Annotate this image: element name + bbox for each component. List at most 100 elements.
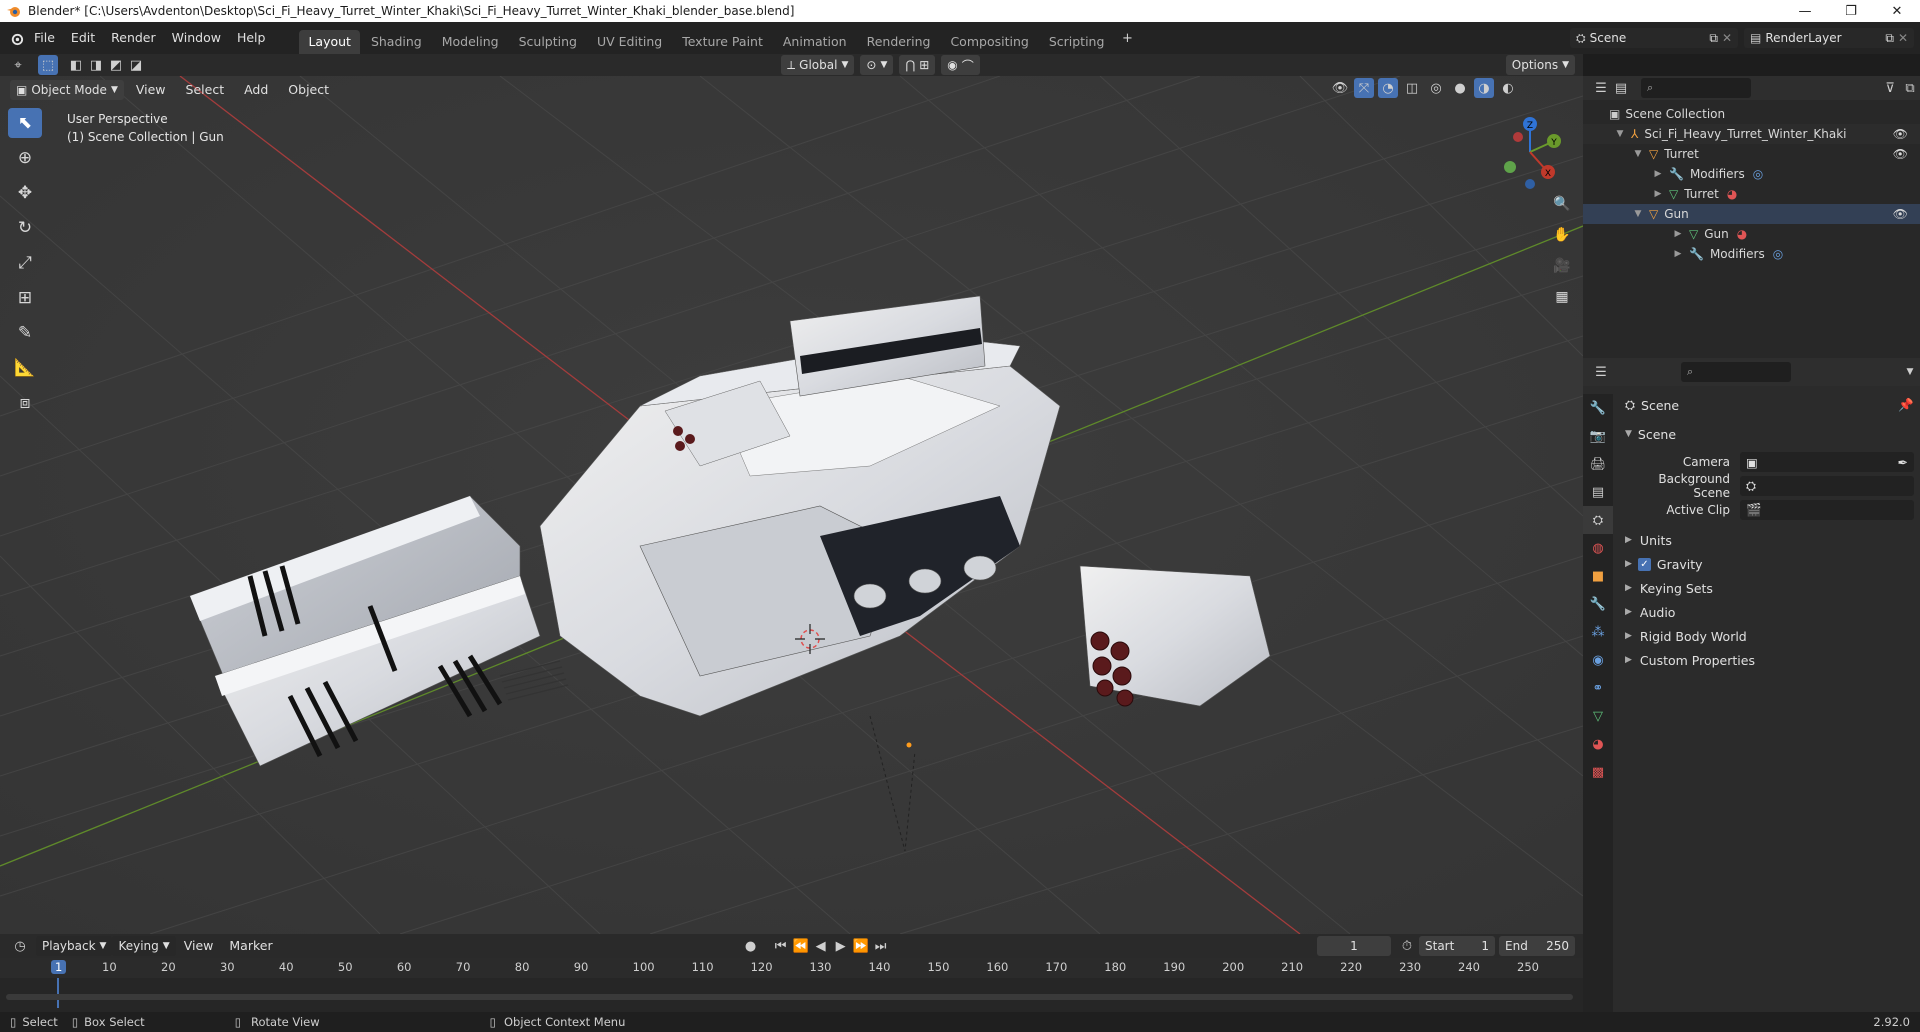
render-properties-icon[interactable]: 📷 xyxy=(1583,422,1613,450)
workspace-tab-texture-paint[interactable]: Texture Paint xyxy=(673,30,772,54)
expand-arrow-icon[interactable]: ▼ xyxy=(1613,129,1627,139)
physics-properties-icon[interactable]: ◉ xyxy=(1583,646,1613,674)
playback-dropdown[interactable]: Playback ▼ xyxy=(36,936,113,956)
chevron-down-icon[interactable]: ▼ xyxy=(1900,362,1920,382)
workspace-tab-compositing[interactable]: Compositing xyxy=(941,30,1037,54)
timeline-editor-type-icon[interactable]: ◷ xyxy=(10,936,30,956)
solid-shading-icon[interactable]: ● xyxy=(1450,78,1470,98)
menu-add[interactable]: Add xyxy=(236,78,276,102)
expand-arrow-icon[interactable]: ▶ xyxy=(1651,189,1665,199)
workspace-tab-uv-editing[interactable]: UV Editing xyxy=(588,30,671,54)
wireframe-shading-icon[interactable]: ◎ xyxy=(1426,78,1446,98)
expand-arrow-icon[interactable]: ▶ xyxy=(1671,249,1685,259)
jump-end-icon[interactable]: ⏭ xyxy=(871,936,891,956)
material-shading-icon[interactable]: ◑ xyxy=(1474,78,1494,98)
workspace-tab-shading[interactable]: Shading xyxy=(362,30,431,54)
expand-arrow-icon[interactable]: ▼ xyxy=(1631,149,1645,159)
select-mode-subtract-icon[interactable]: ◩ xyxy=(106,55,126,75)
transform-tool-icon[interactable]: ⊞ xyxy=(8,283,42,313)
visibility-icon[interactable]: 👁 xyxy=(1330,78,1350,98)
rendered-shading-icon[interactable]: ◐ xyxy=(1498,78,1518,98)
workspace-tab-modeling[interactable]: Modeling xyxy=(433,30,508,54)
properties-editor-type-icon[interactable]: ☰ xyxy=(1591,362,1611,382)
workspace-tab-sculpting[interactable]: Sculpting xyxy=(510,30,586,54)
tool-settings-icon[interactable]: 🔧 xyxy=(1583,394,1613,422)
scale-tool-icon[interactable]: ⤢ xyxy=(8,248,42,278)
select-box-tool-icon[interactable]: ⬉ xyxy=(8,108,42,138)
scene-panel-header[interactable]: ▼ Scene xyxy=(1625,422,1914,446)
world-properties-icon[interactable]: ◍ xyxy=(1583,534,1613,562)
timeline-menu-marker[interactable]: Marker xyxy=(221,934,280,958)
select-mode-new-icon[interactable]: ◧ xyxy=(66,55,86,75)
menu-view[interactable]: View xyxy=(128,78,174,102)
transform-orientation-dropdown[interactable]: ⟂ Global ▼ xyxy=(781,55,855,75)
texture-properties-icon[interactable]: ▩ xyxy=(1583,758,1613,786)
subpanel-keying-sets[interactable]: ▶ Keying Sets xyxy=(1625,576,1914,600)
remove-icon[interactable]: ✕ xyxy=(1898,31,1908,45)
expand-arrow-icon[interactable]: ▼ xyxy=(1631,209,1645,219)
filter-icon[interactable]: ⊽ xyxy=(1880,78,1900,98)
data-properties-icon[interactable]: ▽ xyxy=(1583,702,1613,730)
particles-properties-icon[interactable]: ⁂ xyxy=(1583,618,1613,646)
frame-ruler[interactable]: 1 10 20 30 40 50 60 70 80 90 100 110 120 130 140 150 160… xyxy=(0,958,1583,978)
3d-viewport[interactable]: ▣ Object Mode ▼ View Select Add Object 👁 ⤧… xyxy=(0,76,1583,934)
measure-tool-icon[interactable]: 📐 xyxy=(8,353,42,383)
menu-select[interactable]: Select xyxy=(178,78,233,102)
view-layer-selector[interactable]: ▤ RenderLayer ⧉ ✕ xyxy=(1744,28,1914,48)
menu-file[interactable]: File xyxy=(26,26,63,50)
eye-icon[interactable]: 👁 xyxy=(1893,207,1908,221)
subpanel-units[interactable]: ▶ Units xyxy=(1625,528,1914,552)
workspace-tab-rendering[interactable]: Rendering xyxy=(858,30,940,54)
timeline-track-area[interactable] xyxy=(0,978,1583,1008)
select-tool-icon[interactable]: ⬚ xyxy=(38,55,58,75)
object-mode-dropdown[interactable]: ▣ Object Mode ▼ xyxy=(10,80,124,100)
prev-keyframe-icon[interactable]: ⏪ xyxy=(791,936,811,956)
workspace-tab-scripting[interactable]: Scripting xyxy=(1040,30,1114,54)
menu-render[interactable]: Render xyxy=(103,26,164,50)
object-properties-icon[interactable]: ■ xyxy=(1583,562,1613,590)
outliner-item-gun-modifiers[interactable]: ▶ 🔧 Modifiers ◎ xyxy=(1583,244,1920,264)
move-tool-icon[interactable]: ✥ xyxy=(8,178,42,208)
editor-type-icon[interactable]: ⌖ xyxy=(8,55,28,75)
xray-icon[interactable]: ◫ xyxy=(1402,78,1422,98)
subpanel-rigid-body-world[interactable]: ▶ Rigid Body World xyxy=(1625,624,1914,648)
navigation-gizmo[interactable]: Z Y X xyxy=(1490,112,1570,192)
subpanel-audio[interactable]: ▶ Audio xyxy=(1625,600,1914,624)
copy-icon[interactable]: ⧉ xyxy=(1709,31,1718,46)
eyedropper-icon[interactable]: ✒ xyxy=(1898,455,1908,470)
options-dropdown[interactable]: Options ▼ xyxy=(1505,55,1575,75)
gizmo-toggle-icon[interactable]: ⤧ xyxy=(1354,78,1374,98)
proportional-edit-toggle[interactable]: ◉ ⌒ xyxy=(941,55,980,75)
annotate-tool-icon[interactable]: ✎ xyxy=(8,318,42,348)
rotate-tool-icon[interactable]: ↻ xyxy=(8,213,42,243)
outliner-item-turret-root[interactable]: ▼ ⅄ Sci_Fi_Heavy_Turret_Winter_Khaki 👁 xyxy=(1583,124,1920,144)
workspace-tab-animation[interactable]: Animation xyxy=(774,30,856,54)
keying-dropdown[interactable]: Keying ▼ xyxy=(112,936,176,956)
menu-window[interactable]: Window xyxy=(164,26,229,50)
pan-hand-icon[interactable]: ✋ xyxy=(1548,221,1576,249)
copy-icon[interactable]: ⧉ xyxy=(1885,31,1894,46)
scene-selector[interactable]: ⛭ Scene ⧉ ✕ xyxy=(1570,28,1738,48)
eye-icon[interactable]: 👁 xyxy=(1893,127,1908,141)
snap-toggle[interactable]: ⋂ ⊞ xyxy=(899,55,936,75)
play-reverse-icon[interactable]: ◀ xyxy=(811,936,831,956)
outliner-item-gun-mesh[interactable]: ▶ ▽ Gun ◕ xyxy=(1583,224,1920,244)
perspective-grid-icon[interactable]: ▦ xyxy=(1548,283,1576,311)
outliner-item-turret[interactable]: ▼ ▽ Turret 👁 xyxy=(1583,144,1920,164)
current-frame-field[interactable]: 1 xyxy=(1317,936,1391,956)
outliner-item-gun[interactable]: ▼ ▽ Gun 👁 xyxy=(1583,204,1920,224)
add-cube-tool-icon[interactable]: ⧈ xyxy=(8,388,42,418)
output-properties-icon[interactable]: 🖨 xyxy=(1583,450,1613,478)
start-frame-field[interactable]: Start 1 xyxy=(1419,936,1495,956)
clock-icon[interactable]: ⏱ xyxy=(1397,936,1417,956)
select-mode-extend-icon[interactable]: ◨ xyxy=(86,55,106,75)
menu-edit[interactable]: Edit xyxy=(63,26,103,50)
subpanel-gravity[interactable]: ▶ ✓ Gravity xyxy=(1625,552,1914,576)
subpanel-custom-properties[interactable]: ▶ Custom Properties xyxy=(1625,648,1914,672)
modifier-properties-icon[interactable]: 🔧 xyxy=(1583,590,1613,618)
minimize-button[interactable]: — xyxy=(1782,0,1828,22)
add-workspace-icon[interactable]: + xyxy=(1117,28,1137,48)
properties-search-input[interactable]: ⌕ xyxy=(1681,362,1791,382)
outliner-search-input[interactable]: ⌕ xyxy=(1641,78,1751,98)
record-icon[interactable]: ● xyxy=(741,936,761,956)
